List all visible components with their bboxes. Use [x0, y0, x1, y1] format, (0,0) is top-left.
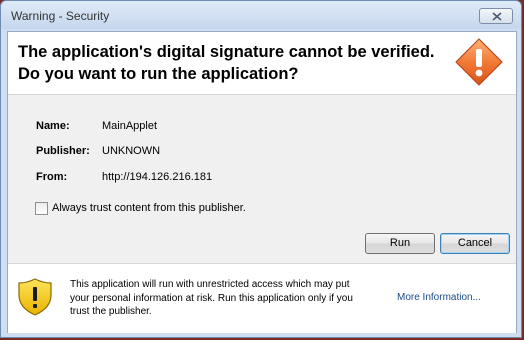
always-trust-label[interactable]: Always trust content from this publisher… — [52, 202, 246, 214]
name-label: Name: — [36, 120, 70, 132]
run-button[interactable]: Run — [365, 233, 435, 254]
risk-message-line-2: your personal information at risk. Run t… — [70, 292, 353, 304]
from-label: From: — [36, 171, 68, 183]
title-bar[interactable]: Warning - Security — [1, 1, 521, 29]
shield-warning-icon — [18, 278, 52, 316]
dialog-footer: This application will run with unrestric… — [8, 263, 516, 333]
close-icon — [492, 12, 502, 21]
warning-diamond-icon — [455, 38, 503, 86]
risk-message-line-1: This application will run with unrestric… — [70, 279, 350, 290]
headline-line-2: Do you want to run the application? — [18, 65, 299, 83]
dialog-body: The application's digital signature cann… — [7, 31, 517, 333]
more-information-link[interactable]: More Information... — [397, 292, 481, 303]
window-title: Warning - Security — [11, 9, 110, 23]
publisher-label: Publisher: — [36, 145, 90, 157]
dialog-header: The application's digital signature cann… — [8, 32, 516, 95]
publisher-value: UNKNOWN — [102, 145, 161, 157]
from-value: http://194.126.216.181 — [102, 171, 213, 183]
always-trust-checkbox[interactable] — [35, 202, 48, 215]
name-value: MainApplet — [102, 120, 158, 132]
headline-line-1: The application's digital signature cann… — [18, 43, 435, 61]
cancel-button[interactable]: Cancel — [440, 233, 510, 254]
security-warning-dialog: Warning - Security The application's dig… — [0, 0, 522, 338]
risk-message: This application will run with unrestric… — [70, 278, 380, 319]
close-button[interactable] — [479, 8, 513, 24]
headline: The application's digital signature cann… — [18, 41, 448, 85]
risk-message-line-3: trust the publisher. — [70, 306, 152, 317]
